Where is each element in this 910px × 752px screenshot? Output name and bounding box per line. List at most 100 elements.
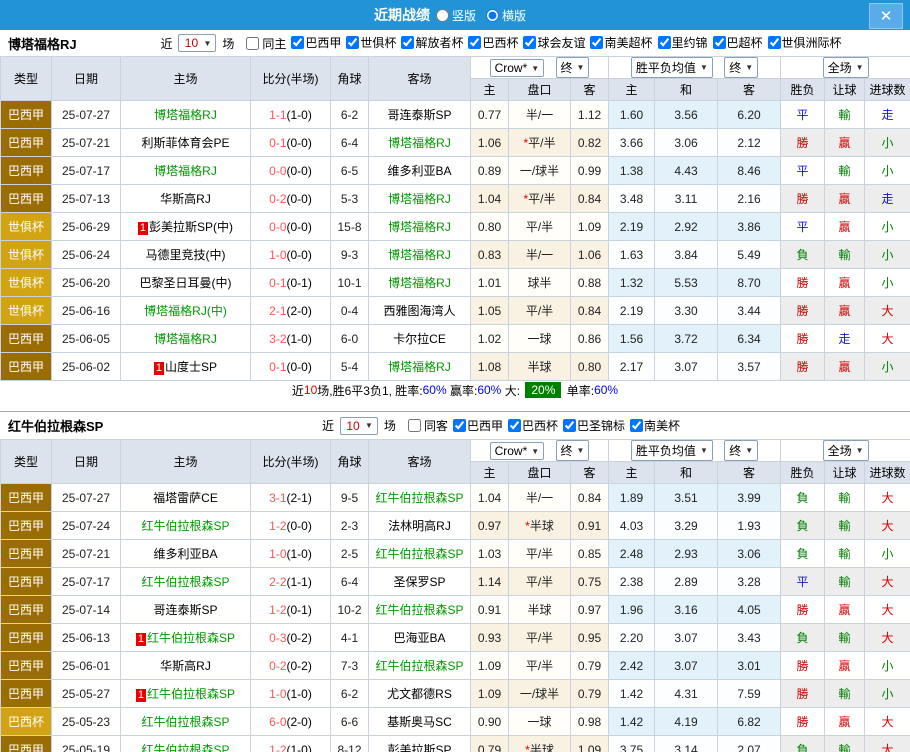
league-filter[interactable]: 球会友谊 (523, 34, 585, 51)
league-filter[interactable]: 巴圣锦标 (563, 417, 625, 434)
fulltime-select[interactable]: 全场▼ (823, 440, 869, 461)
radio-horizontal-layout[interactable]: 横版 (486, 7, 526, 24)
home-team-name[interactable]: 哥连泰斯SP (153, 603, 217, 617)
home-team-name[interactable]: 华斯高RJ (160, 659, 211, 673)
league-filter-checkbox[interactable] (453, 419, 466, 432)
same-home-filter[interactable]: 同主 (246, 35, 286, 52)
home-team-name[interactable]: 红牛伯拉根森SP (147, 631, 235, 645)
away-team-name[interactable]: 巴海亚BA (393, 631, 445, 645)
away-team-name[interactable]: 红牛伯拉根森SP (375, 603, 463, 617)
cell-home: 维多利亚BA (121, 540, 251, 568)
home-team-name[interactable]: 博塔福格RJ (154, 332, 217, 346)
away-team-name[interactable]: 博塔福格RJ (388, 360, 451, 374)
odds-away: 0.91 (571, 512, 609, 540)
league-filter[interactable]: 巴西杯 (468, 34, 518, 51)
league-filter[interactable]: 世俱洲际杯 (768, 34, 842, 51)
league-filter-checkbox[interactable] (630, 419, 643, 432)
league-filter[interactable]: 巴西杯 (508, 417, 558, 434)
away-team-name[interactable]: 西雅图海湾人 (383, 304, 455, 318)
handicap-value: 半/一 (526, 491, 553, 505)
away-team-name[interactable]: 圣保罗SP (393, 575, 445, 589)
away-team-name[interactable]: 法林明高RJ (388, 519, 451, 533)
home-team-name[interactable]: 维多利亚BA (153, 547, 217, 561)
home-team-name[interactable]: 彭美拉斯SP(中) (149, 220, 233, 234)
result-goals: 小 (865, 213, 910, 241)
home-team-name[interactable]: 博塔福格RJ (154, 108, 217, 122)
league-filter-checkbox[interactable] (523, 36, 536, 49)
away-team-name[interactable]: 维多利亚BA (387, 164, 451, 178)
away-team-name[interactable]: 博塔福格RJ (388, 276, 451, 290)
league-filter-checkbox[interactable] (590, 36, 603, 49)
bookmaker-select[interactable]: Crow*▼ (490, 59, 545, 77)
near-count-select-1[interactable]: 10 ▼ (178, 34, 216, 52)
league-filter-checkbox[interactable] (508, 419, 521, 432)
cell-score: 1-0(0-0) (251, 241, 331, 269)
league-filter-checkbox[interactable] (713, 36, 726, 49)
away-team-name[interactable]: 基斯奥马SC (387, 715, 452, 729)
summary-segment: 60% (423, 383, 447, 397)
mean-home: 2.19 (609, 297, 655, 325)
away-team-name[interactable]: 博塔福格RJ (388, 220, 451, 234)
bookmaker-select[interactable]: Crow*▼ (490, 442, 545, 460)
home-team-name[interactable]: 博塔福格RJ (154, 164, 217, 178)
radio-vertical-layout[interactable]: 竖版 (436, 7, 476, 24)
league-filter[interactable]: 世俱杯 (346, 34, 396, 51)
close-button[interactable]: ✕ (869, 3, 903, 29)
home-team-name[interactable]: 红牛伯拉根森SP (147, 687, 235, 701)
league-filter[interactable]: 巴超杯 (713, 34, 763, 51)
away-team-name[interactable]: 红牛伯拉根森SP (375, 547, 463, 561)
mean-away: 2.12 (718, 129, 781, 157)
home-team-name[interactable]: 利斯菲体育会PE (141, 136, 229, 150)
handicap-value: 一球 (527, 715, 551, 729)
league-filter[interactable]: 巴西甲 (291, 34, 341, 51)
league-filter[interactable]: 里约锦 (658, 34, 708, 51)
home-team-name[interactable]: 福塔雷萨CE (153, 491, 218, 505)
wdl-final-select[interactable]: 终▼ (724, 57, 758, 78)
wdl-mean-select[interactable]: 胜平负均值▼ (631, 57, 713, 78)
radio-horizontal-input[interactable] (486, 9, 499, 22)
away-team-name[interactable]: 红牛伯拉根森SP (375, 659, 463, 673)
home-team-name[interactable]: 华斯高RJ (160, 192, 211, 206)
league-filter[interactable]: 南美超杯 (590, 34, 652, 51)
league-filter-checkbox[interactable] (291, 36, 304, 49)
cell-handicap: 球半 (509, 269, 571, 297)
away-team-name[interactable]: 博塔福格RJ (388, 136, 451, 150)
league-filter[interactable]: 南美杯 (630, 417, 680, 434)
away-team-name[interactable]: 卡尔拉CE (393, 332, 446, 346)
same-away-checkbox[interactable] (408, 419, 421, 432)
league-filter-checkbox[interactable] (563, 419, 576, 432)
home-team-name[interactable]: 红牛伯拉根森SP (141, 743, 229, 752)
same-home-checkbox[interactable] (246, 37, 259, 50)
cell-home: 红牛伯拉根森SP (121, 568, 251, 596)
away-team-name[interactable]: 彭美拉斯SP (387, 743, 451, 752)
away-team-name[interactable]: 尤文都德RS (387, 687, 452, 701)
league-filter-checkbox[interactable] (468, 36, 481, 49)
home-team-name[interactable]: 马德里竞技(中) (146, 248, 226, 262)
home-team-name[interactable]: 红牛伯拉根森SP (141, 575, 229, 589)
league-filter-checkbox[interactable] (346, 36, 359, 49)
near-count-select-2[interactable]: 10 ▼ (340, 417, 378, 435)
fulltime-select[interactable]: 全场▼ (823, 57, 869, 78)
league-filter-checkbox[interactable] (768, 36, 781, 49)
home-team-name[interactable]: 巴黎圣日耳曼(中) (140, 276, 232, 290)
away-team-name[interactable]: 博塔福格RJ (388, 192, 451, 206)
away-team-name[interactable]: 哥连泰斯SP (387, 108, 451, 122)
same-away-filter[interactable]: 同客 (408, 417, 448, 434)
away-team-name[interactable]: 红牛伯拉根森SP (375, 491, 463, 505)
handicap-final-select[interactable]: 终▼ (556, 440, 590, 461)
wdl-mean-select[interactable]: 胜平负均值▼ (631, 440, 713, 461)
home-team-name[interactable]: 博塔福格RJ(中) (144, 304, 227, 318)
home-team-name[interactable]: 红牛伯拉根森SP (141, 519, 229, 533)
away-team-name[interactable]: 博塔福格RJ (388, 248, 451, 262)
league-filter-label: 世俱洲际杯 (782, 34, 842, 51)
radio-vertical-input[interactable] (436, 9, 449, 22)
home-team-name[interactable]: 红牛伯拉根森SP (141, 715, 229, 729)
league-filter[interactable]: 巴西甲 (453, 417, 503, 434)
table-row: 世俱杯 25-06-20 巴黎圣日耳曼(中) 0-1(0-1) 10-1 博塔福… (1, 269, 910, 297)
home-team-name[interactable]: 山度士SP (165, 360, 217, 374)
league-filter-checkbox[interactable] (401, 36, 414, 49)
wdl-final-select[interactable]: 终▼ (724, 440, 758, 461)
league-filter[interactable]: 解放者杯 (401, 34, 463, 51)
handicap-final-select[interactable]: 终▼ (556, 57, 590, 78)
league-filter-checkbox[interactable] (658, 36, 671, 49)
